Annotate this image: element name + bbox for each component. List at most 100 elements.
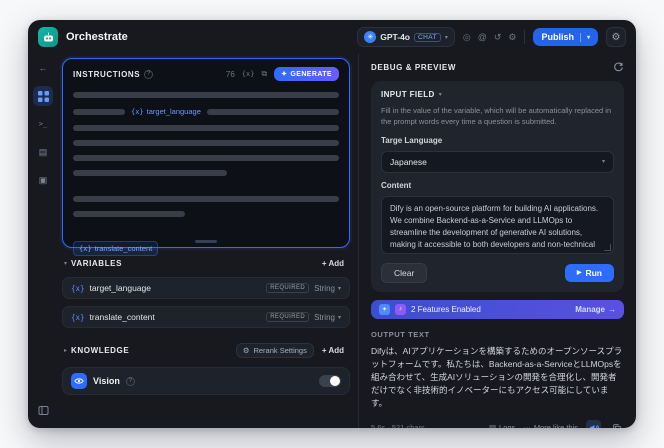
app-window: Orchestrate ✳ GPT-4o CHAT ▾ ◎ @ ↺ ⚙ Publ…	[28, 20, 636, 428]
sidebar-item-logs[interactable]: ▤	[33, 142, 53, 162]
sidebar-item-annotation[interactable]: ▣	[33, 170, 53, 190]
copy-output-icon[interactable]	[609, 420, 624, 428]
publish-chevron-icon: ▾	[586, 34, 590, 41]
target-language-select[interactable]: Japanese ▾	[381, 150, 614, 173]
publish-divider	[579, 32, 581, 42]
add-variable-button[interactable]: + Add	[318, 257, 348, 270]
publish-label: Publish	[541, 32, 574, 42]
knowledge-title: KNOWLEDGE	[71, 346, 130, 355]
skeleton-line	[73, 155, 339, 161]
vision-toggle[interactable]	[319, 375, 341, 387]
settings-icon: ⚙	[242, 346, 250, 355]
history-icon[interactable]: ↺	[494, 32, 502, 43]
manage-features-button[interactable]: Manage →	[575, 305, 616, 314]
settings-icon[interactable]: ⚙	[508, 32, 516, 43]
input-field-description: Fill in the value of the variable, which…	[381, 106, 612, 127]
prompt-toolbar: ◎ @ ↺ ⚙	[463, 32, 517, 43]
content-label: Content	[381, 180, 412, 190]
model-name: GPT-4o	[380, 32, 411, 42]
publish-button[interactable]: Publish ▾	[533, 28, 598, 46]
toggle-knob	[330, 376, 340, 386]
chevron-down-icon: ▾	[601, 159, 605, 165]
add-knowledge-button[interactable]: + Add	[318, 344, 348, 357]
back-icon[interactable]: ←	[33, 58, 53, 78]
rerank-settings-button[interactable]: ⚙ Rerank Settings	[235, 343, 314, 358]
skeleton-line	[73, 196, 339, 202]
skeleton-line	[73, 170, 228, 176]
generate-button[interactable]: ✦ GENERATE	[274, 67, 339, 81]
target-language-label: Targe Language	[381, 135, 443, 145]
run-button[interactable]: ▶ Run	[564, 263, 614, 282]
variable-row-translate-content[interactable]: {x} translate_content REQUIRED String ▾	[62, 306, 350, 328]
content-textarea[interactable]: Dify is an open-source platform for buil…	[381, 195, 614, 254]
skeleton-line	[73, 108, 125, 115]
chevron-down-icon[interactable]: ▾	[64, 260, 67, 267]
skeleton-line	[73, 140, 339, 146]
toolbar-divider	[524, 30, 526, 44]
variables-title: VARIABLES	[71, 259, 123, 268]
sidebar-item-terminal[interactable]: >_	[33, 114, 53, 134]
selected-language: Japanese	[390, 156, 427, 167]
variable-type-select[interactable]: String ▾	[314, 313, 341, 322]
openai-icon: ✳	[364, 31, 377, 43]
speaker-icon[interactable]	[586, 420, 601, 428]
logs-button[interactable]: ▤ Logs	[489, 423, 515, 428]
debug-title: DEBUG & PREVIEW	[371, 63, 457, 72]
more-like-this-button[interactable]: ⋯ More like this	[523, 423, 578, 428]
input-field-toggle[interactable]: INPUT FIELD ▾	[381, 90, 614, 99]
output-text: Difyは、AIアプリケーションを構築するためのオープンソースプラットフォームで…	[371, 345, 623, 409]
debug-panel: DEBUG & PREVIEW INPUT FIELD ▾ Fill in th…	[358, 54, 636, 428]
input-field-card: INPUT FIELD ▾ Fill in the value of the v…	[371, 81, 624, 292]
restart-icon[interactable]	[613, 62, 624, 73]
output-meta: 5.6s · 521 chars	[371, 423, 425, 428]
model-selector[interactable]: ✳ GPT-4o CHAT ▾	[357, 27, 455, 47]
collapse-panel-icon[interactable]	[33, 400, 53, 420]
arrow-right-icon: →	[608, 304, 616, 314]
app-settings-button[interactable]: ⚙	[606, 27, 626, 47]
list-icon: ▤	[488, 423, 497, 428]
sidebar-item-orchestrate[interactable]	[33, 86, 53, 106]
variable-row-target-language[interactable]: {x} target_language REQUIRED String ▾	[62, 277, 350, 299]
chevron-down-icon: ▾	[438, 92, 442, 98]
input-field-title: INPUT FIELD	[381, 90, 435, 99]
run-label: Run	[585, 267, 602, 278]
chevron-down-icon: ▾	[337, 285, 341, 292]
insert-variable-icon[interactable]: {x}	[242, 70, 255, 78]
features-label: 2 Features Enabled	[411, 304, 481, 314]
feature-icon-2: ♪	[395, 303, 406, 315]
left-sidebar: ← >_ ▤ ▣	[28, 54, 58, 428]
clear-button[interactable]: Clear	[381, 262, 428, 283]
variable-type-select[interactable]: String ▾	[314, 284, 341, 293]
chevron-down-icon: ▾	[337, 314, 341, 321]
ellipsis-icon: ⋯	[523, 423, 531, 428]
instructions-help-icon[interactable]: ?	[144, 69, 154, 79]
app-logo-icon	[38, 27, 58, 47]
skeleton-line	[206, 108, 339, 115]
prompt-editor[interactable]: {x} target_language {x} translate_conten…	[73, 92, 339, 256]
required-badge: REQUIRED	[266, 312, 310, 322]
required-badge: REQUIRED	[266, 283, 310, 293]
variable-token-target-language: {x} target_language	[131, 107, 201, 116]
vision-row: Vision ?	[62, 367, 350, 395]
vision-help-icon[interactable]: ?	[125, 376, 135, 386]
resize-handle[interactable]	[195, 240, 217, 243]
chevron-right-icon[interactable]: ▸	[64, 347, 67, 354]
variable-name: target_language	[89, 283, 151, 293]
skeleton-line	[73, 125, 339, 131]
copy-icon[interactable]: ⧉	[261, 69, 267, 79]
play-icon: ▶	[576, 270, 582, 276]
skeleton-line	[73, 92, 339, 98]
vision-eye-icon	[71, 373, 87, 389]
output-footer: 5.6s · 521 chars ▤ Logs ⋯ More like this	[371, 420, 624, 428]
mention-icon[interactable]: @	[478, 32, 487, 42]
feature-icon-1: ✦	[379, 303, 390, 315]
instructions-card: INSTRUCTIONS ? 76 {x} ⧉ ✦ GENERATE {x} t…	[62, 58, 350, 256]
vision-label: Vision	[93, 376, 120, 386]
variable-icon: {x}	[71, 312, 85, 322]
page-title: Orchestrate	[66, 31, 128, 43]
eye-icon[interactable]: ◎	[463, 32, 471, 43]
features-bar: ✦ ♪ 2 Features Enabled Manage →	[371, 299, 624, 319]
sparkle-icon: ✦	[281, 71, 288, 78]
skeleton-line	[73, 211, 185, 217]
